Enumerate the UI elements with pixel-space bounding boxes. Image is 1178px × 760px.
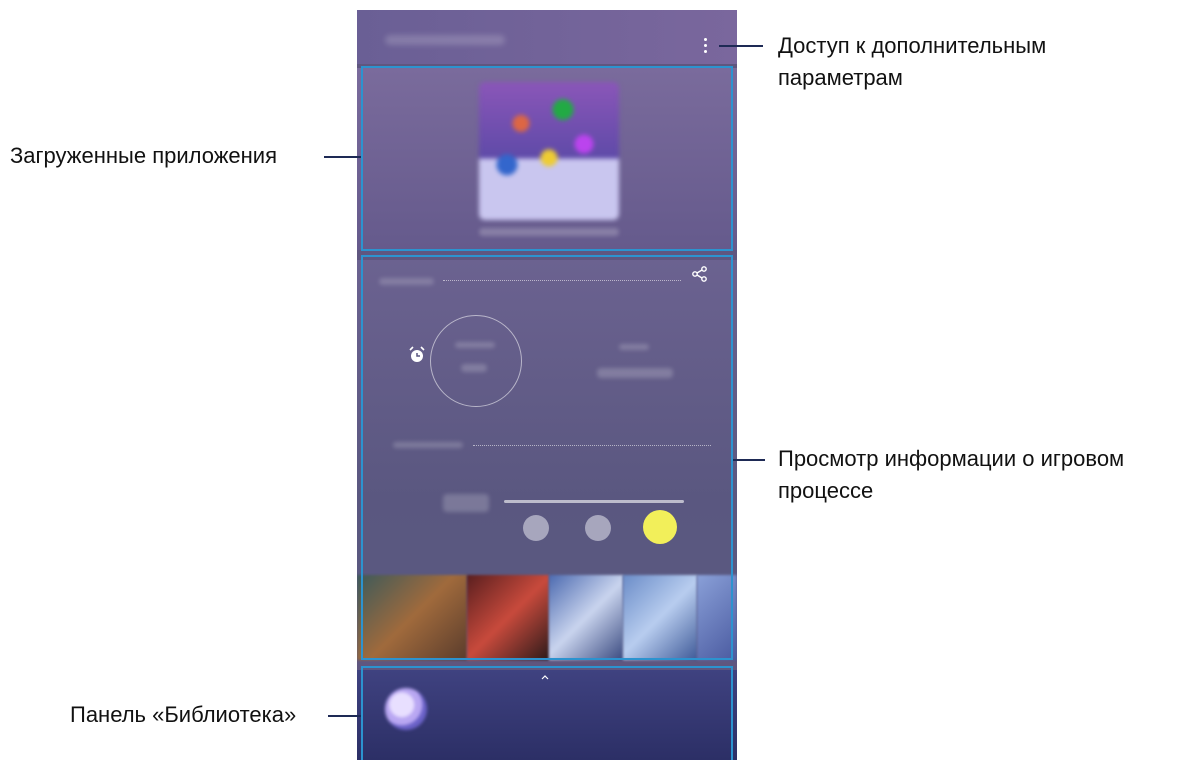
library-frame <box>361 666 733 760</box>
game-info-frame <box>361 255 733 660</box>
downloaded-apps-frame <box>361 66 733 251</box>
game-info-label-line2: процессе <box>778 478 874 503</box>
game-info-label-line1: Просмотр информации о игровом <box>778 446 1125 471</box>
options-label-line2: параметрам <box>778 65 903 90</box>
more-options-icon[interactable] <box>703 38 709 56</box>
options-leader-line <box>719 45 763 47</box>
downloaded-apps-label: Загруженные приложения <box>10 143 278 168</box>
library-leader-line <box>328 715 361 717</box>
game-launcher-top-bar <box>357 10 737 64</box>
info-leader-line <box>733 459 765 461</box>
apps-leader-line <box>324 156 361 158</box>
library-panel-label: Панель «Библиотека» <box>70 702 297 727</box>
blurred-title <box>385 35 505 45</box>
options-label-line1: Доступ к дополнительным <box>778 33 1047 58</box>
